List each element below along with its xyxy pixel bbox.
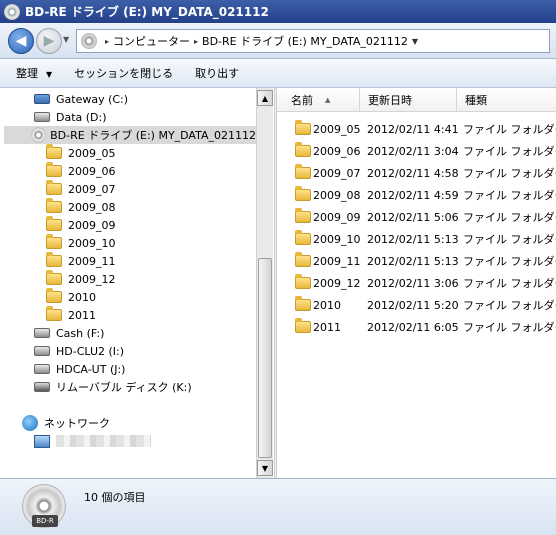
nav-item-drive-c[interactable]: Gateway (C:) bbox=[34, 90, 128, 108]
folder-icon bbox=[295, 274, 311, 289]
breadcrumb-drive[interactable]: BD-RE ドライブ (E:) MY_DATA_021112 bbox=[202, 33, 408, 49]
folder-icon bbox=[46, 252, 62, 267]
nav-folder[interactable]: 2009_11 bbox=[46, 252, 116, 270]
hard-drive-icon bbox=[34, 346, 50, 356]
redacted-computer-name bbox=[56, 435, 151, 447]
recent-pages-dropdown[interactable]: ▼ bbox=[63, 35, 69, 44]
removable-drive-icon bbox=[34, 382, 50, 392]
folder-icon bbox=[46, 162, 62, 177]
table-row[interactable]: 2009_10 2012/02/11 5:13 ファイル フォルダー bbox=[277, 228, 556, 250]
eject-button[interactable]: 取り出す bbox=[195, 65, 239, 81]
column-header-name[interactable]: 名前 ▲ bbox=[277, 88, 360, 112]
sort-ascending-icon: ▲ bbox=[325, 96, 331, 104]
nav-item-drive-k[interactable]: リムーバブル ディスク (K:) bbox=[34, 378, 192, 396]
table-row[interactable]: 2009_05 2012/02/11 4:41 ファイル フォルダー bbox=[277, 118, 556, 140]
nav-folder[interactable]: 2009_07 bbox=[46, 180, 116, 198]
forward-button[interactable]: ▶ bbox=[36, 28, 62, 54]
column-header-type[interactable]: 種類 bbox=[457, 88, 556, 112]
folder-icon bbox=[46, 198, 62, 213]
folder-icon bbox=[46, 270, 62, 285]
address-box[interactable]: ▸ コンピューター ▸ BD-RE ドライブ (E:) MY_DATA_0211… bbox=[76, 29, 550, 53]
network-icon bbox=[22, 415, 38, 431]
nav-item-network[interactable]: ネットワーク bbox=[22, 414, 110, 432]
folder-icon bbox=[295, 164, 311, 179]
table-row[interactable]: 2011 2012/02/11 6:05 ファイル フォルダー bbox=[277, 316, 556, 338]
nav-item-drive-d[interactable]: Data (D:) bbox=[34, 108, 107, 126]
disc-icon bbox=[30, 127, 47, 143]
nav-item-drive-j[interactable]: HDCA-UT (J:) bbox=[34, 360, 125, 378]
folder-icon bbox=[46, 234, 62, 249]
disc-icon bbox=[81, 33, 97, 49]
windows-drive-icon bbox=[34, 94, 50, 104]
scroll-thumb[interactable] bbox=[258, 258, 272, 458]
nav-folder[interactable]: 2009_05 bbox=[46, 144, 116, 162]
hard-drive-icon bbox=[34, 112, 50, 122]
scroll-down-arrow[interactable]: ▼ bbox=[257, 460, 273, 476]
window-title: BD-RE ドライブ (E:) MY_DATA_021112 bbox=[25, 5, 269, 19]
table-row[interactable]: 2009_11 2012/02/11 5:13 ファイル フォルダー bbox=[277, 250, 556, 272]
table-row[interactable]: 2009_08 2012/02/11 4:59 ファイル フォルダー bbox=[277, 184, 556, 206]
table-row[interactable]: 2009_07 2012/02/11 4:58 ファイル フォルダー bbox=[277, 162, 556, 184]
hard-drive-icon bbox=[34, 364, 50, 374]
details-pane: BD-R 10 個の項目 bbox=[0, 478, 556, 535]
table-row[interactable]: 2009_06 2012/02/11 3:04 ファイル フォルダー bbox=[277, 140, 556, 162]
folder-icon bbox=[295, 142, 311, 157]
nav-folder[interactable]: 2009_06 bbox=[46, 162, 116, 180]
column-header-modified[interactable]: 更新日時 bbox=[360, 88, 457, 112]
item-count: 10 個の項目 bbox=[84, 491, 146, 504]
organize-button[interactable]: 整理 ▼ bbox=[16, 65, 52, 81]
scroll-up-arrow[interactable]: ▲ bbox=[257, 90, 273, 106]
title-bar: BD-RE ドライブ (E:) MY_DATA_021112 bbox=[0, 0, 556, 23]
chevron-right-icon[interactable]: ▸ bbox=[105, 37, 109, 46]
nav-folder[interactable]: 2011 bbox=[46, 306, 96, 324]
nav-item-network-computer[interactable] bbox=[34, 432, 151, 450]
column-header-row: 名前 ▲ 更新日時 種類 bbox=[277, 88, 556, 112]
nav-folder[interactable]: 2009_10 bbox=[46, 234, 116, 252]
folder-icon bbox=[295, 120, 311, 135]
table-row[interactable]: 2010 2012/02/11 5:20 ファイル フォルダー bbox=[277, 294, 556, 316]
nav-folder[interactable]: 2009_09 bbox=[46, 216, 116, 234]
nav-item-drive-f[interactable]: Cash (F:) bbox=[34, 324, 104, 342]
file-list: 名前 ▲ 更新日時 種類 2009_05 2012/02/11 4:41 ファイル フ… bbox=[277, 88, 556, 478]
table-row[interactable]: 2009_09 2012/02/11 5:06 ファイル フォルダー bbox=[277, 206, 556, 228]
table-row[interactable]: 2009_12 2012/02/11 3:06 ファイル フォルダー bbox=[277, 272, 556, 294]
nav-folder[interactable]: 2010 bbox=[46, 288, 96, 306]
disc-icon bbox=[4, 3, 20, 20]
back-button[interactable]: ◀ bbox=[8, 28, 34, 54]
drive-badge: BD-R bbox=[32, 515, 58, 527]
close-session-button[interactable]: セッションを閉じる bbox=[74, 65, 173, 81]
navigation-pane: Gateway (C:) Data (D:) BD-RE ドライブ (E:) M… bbox=[4, 88, 256, 478]
folder-icon bbox=[295, 318, 311, 333]
command-bar: 整理 ▼ セッションを閉じる 取り出す bbox=[0, 59, 556, 88]
folder-icon bbox=[295, 252, 311, 267]
folder-icon bbox=[46, 306, 62, 321]
folder-icon bbox=[46, 144, 62, 159]
folder-icon bbox=[295, 230, 311, 245]
folder-icon bbox=[46, 288, 62, 303]
chevron-down-icon: ▼ bbox=[46, 70, 53, 79]
folder-icon bbox=[46, 216, 62, 231]
nav-folder[interactable]: 2009_12 bbox=[46, 270, 116, 288]
breadcrumb-computer[interactable]: コンピューター bbox=[113, 33, 190, 49]
chevron-right-icon[interactable]: ▸ bbox=[194, 37, 198, 46]
folder-icon bbox=[295, 208, 311, 223]
nav-item-drive-e[interactable]: BD-RE ドライブ (E:) MY_DATA_021112 bbox=[4, 126, 256, 144]
address-bar: ◀ ▶ ▼ ▸ コンピューター ▸ BD-RE ドライブ (E:) MY_DAT… bbox=[0, 23, 556, 59]
navigation-scrollbar[interactable]: ▲ ▼ bbox=[256, 88, 273, 478]
computer-icon bbox=[34, 434, 50, 448]
folder-icon bbox=[295, 186, 311, 201]
chevron-down-icon[interactable]: ▼ bbox=[412, 37, 418, 46]
hard-drive-icon bbox=[34, 328, 50, 338]
folder-icon bbox=[46, 180, 62, 195]
folder-icon bbox=[295, 296, 311, 311]
nav-item-drive-i[interactable]: HD-CLU2 (I:) bbox=[34, 342, 124, 360]
nav-folder[interactable]: 2009_08 bbox=[46, 198, 116, 216]
